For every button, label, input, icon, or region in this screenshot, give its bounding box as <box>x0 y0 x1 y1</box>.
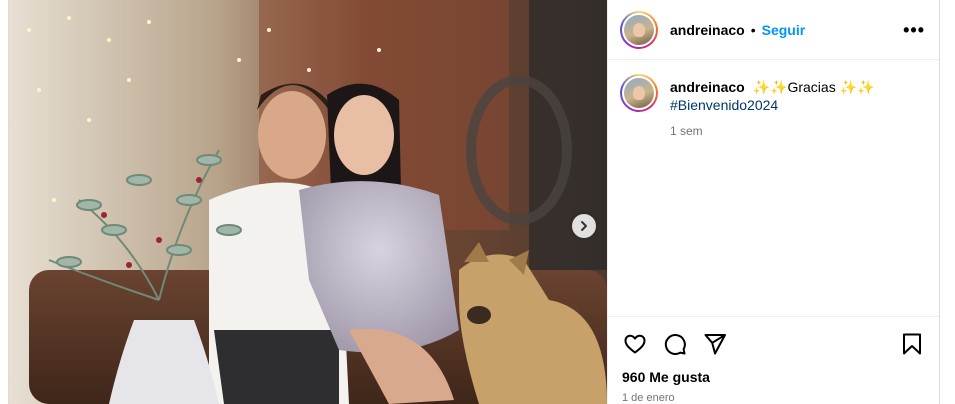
avatar-image <box>624 14 654 45</box>
caption: andreinaco ✨✨Gracias ✨✨ #Bienvenido2024 … <box>608 60 939 138</box>
caption-avatar[interactable] <box>620 74 658 112</box>
chevron-right-icon <box>581 221 587 231</box>
avatar[interactable] <box>620 10 658 49</box>
follow-button[interactable]: Seguir <box>762 22 806 38</box>
post-side-panel: andreinaco • Seguir ••• andreinaco ✨✨Gra… <box>607 0 939 404</box>
comment-button[interactable] <box>662 331 688 357</box>
post-header: andreinaco • Seguir ••• <box>608 0 939 60</box>
comment-icon <box>664 334 686 355</box>
header-username[interactable]: andreinaco <box>670 22 745 38</box>
like-count[interactable]: 960 Me gusta <box>622 369 925 385</box>
share-button[interactable] <box>702 331 728 357</box>
heart-icon <box>624 334 646 354</box>
save-button[interactable] <box>899 331 925 357</box>
next-photo-button[interactable] <box>572 214 596 238</box>
more-options-icon[interactable]: ••• <box>903 21 925 39</box>
photo-illustration <box>9 0 607 404</box>
bookmark-icon <box>903 333 921 355</box>
post-photo[interactable] <box>9 0 607 404</box>
post-date[interactable]: 1 de enero <box>622 392 925 404</box>
separator-dot: • <box>750 21 756 38</box>
caption-text: ✨✨Gracias ✨✨ <box>752 79 875 95</box>
instagram-post: andreinaco • Seguir ••• andreinaco ✨✨Gra… <box>8 0 940 404</box>
caption-time[interactable]: 1 sem <box>670 124 874 138</box>
avatar-image <box>624 78 654 108</box>
caption-username[interactable]: andreinaco <box>670 79 745 95</box>
post-actions: 960 Me gusta 1 de enero <box>608 316 939 404</box>
send-icon <box>704 334 726 355</box>
like-button[interactable] <box>622 331 648 357</box>
caption-hashtag[interactable]: #Bienvenido2024 <box>670 96 874 114</box>
